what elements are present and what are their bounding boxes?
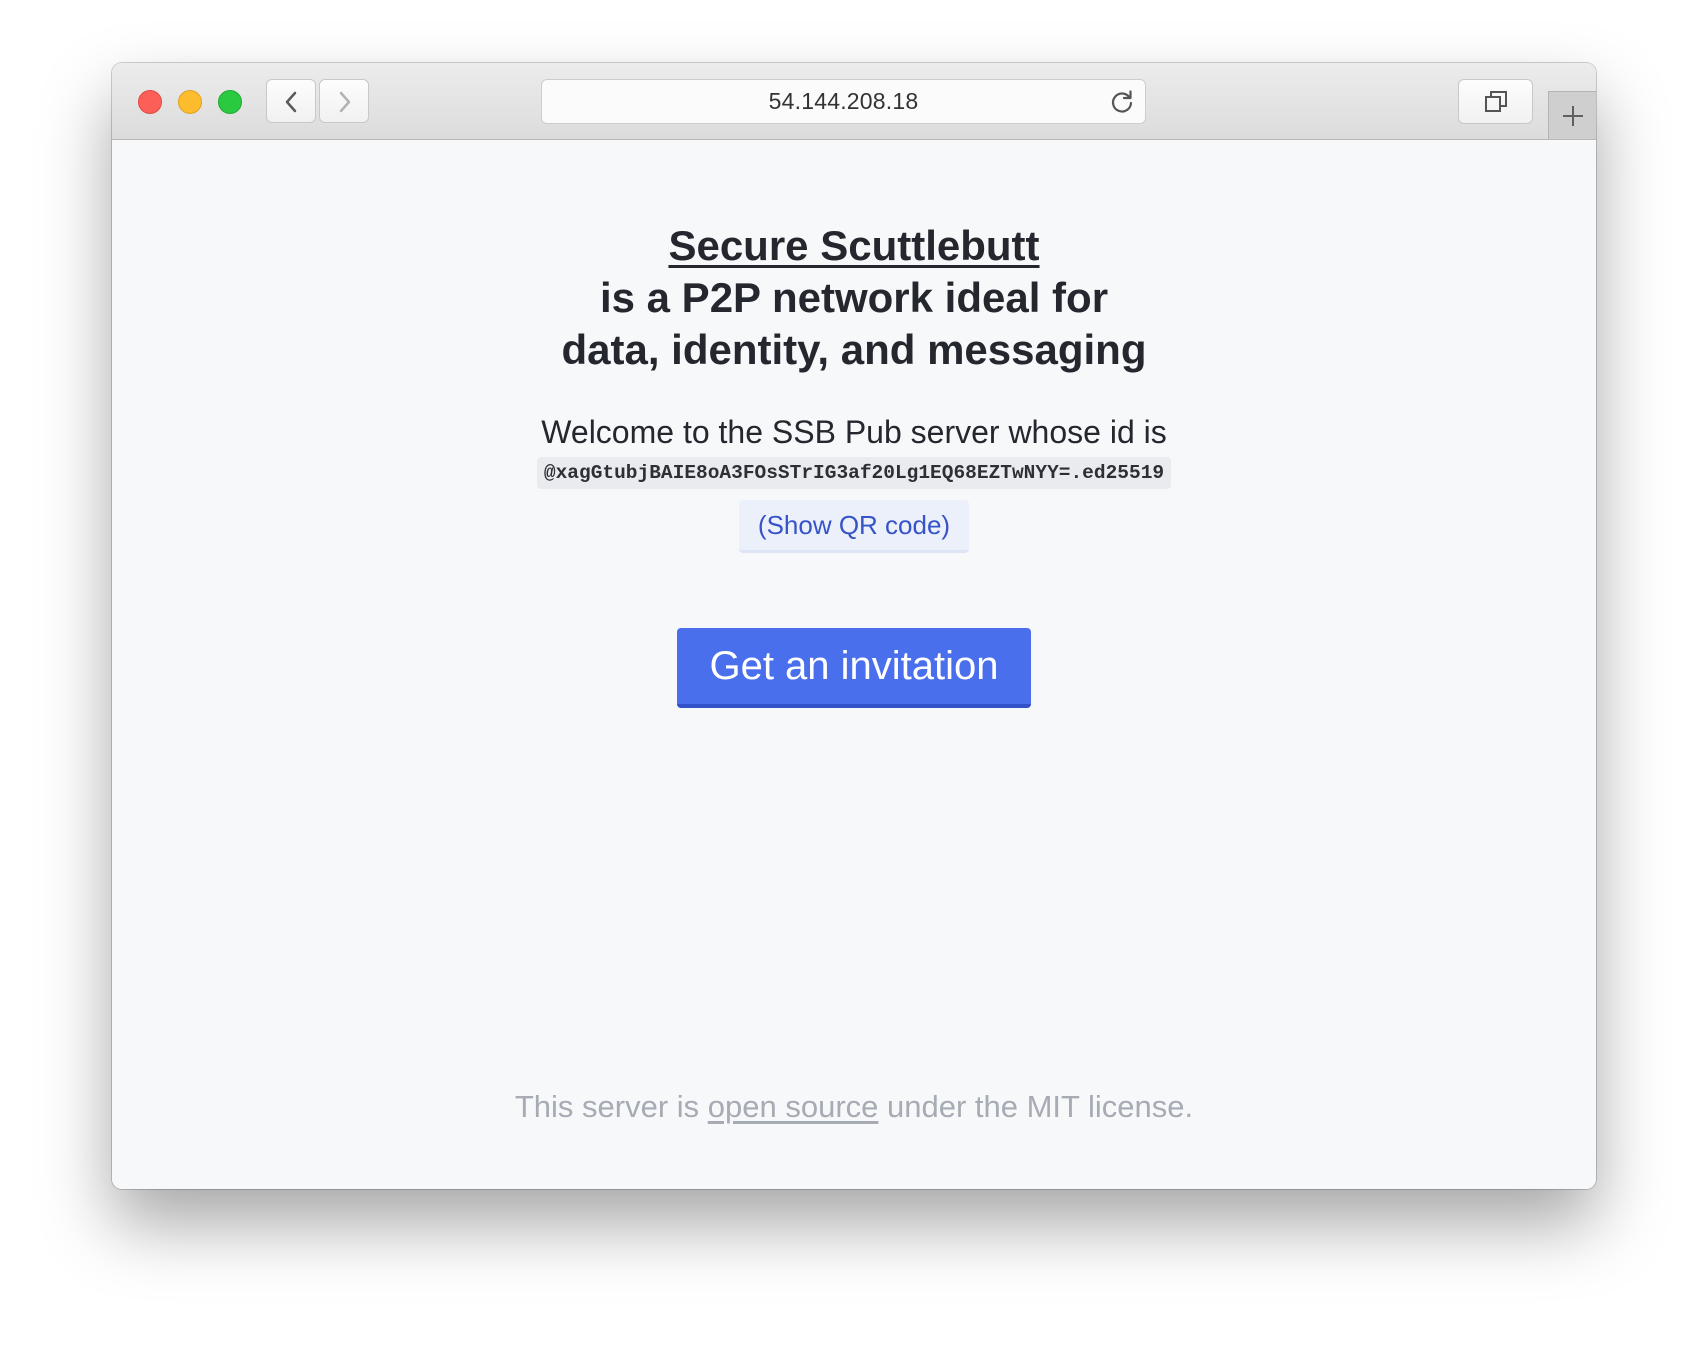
back-button[interactable] [266,79,316,123]
page-content: Secure Scuttlebutt is a P2P network idea… [112,140,1596,1189]
url-text: 54.144.208.18 [768,88,919,114]
close-window-button[interactable] [138,90,162,114]
invite-container: Get an invitation [112,628,1596,708]
pub-id-code: @xagGtubjBAIE8oA3FOsSTrIG3af20Lg1EQ68EZT… [536,457,1172,489]
reload-icon[interactable] [1109,89,1135,115]
maximize-window-button[interactable] [218,90,242,114]
pub-id-container: @xagGtubjBAIE8oA3FOsSTrIG3af20Lg1EQ68EZT… [112,457,1596,489]
chevron-left-icon [285,91,297,113]
headline-line-3: data, identity, and messaging [561,326,1147,373]
tab-overview-icon [1485,91,1507,112]
headline-line-2: is a P2P network ideal for [599,274,1109,321]
show-qr-code-button[interactable]: (Show QR code) [738,500,970,553]
page-headline: Secure Scuttlebutt is a P2P network idea… [112,220,1596,376]
chevron-right-icon [339,91,351,113]
new-tab-button[interactable] [1548,91,1596,139]
browser-toolbar: 54.144.208.18 [112,63,1596,140]
plus-icon [1563,106,1583,126]
secure-scuttlebutt-link[interactable]: Secure Scuttlebutt [668,222,1039,269]
welcome-text: Welcome to the SSB Pub server whose id i… [541,414,1167,450]
forward-button[interactable] [319,79,369,123]
address-bar[interactable]: 54.144.208.18 [541,79,1146,124]
get-invitation-button[interactable]: Get an invitation [677,628,1031,708]
footer-suffix: under the MIT license. [878,1089,1194,1124]
qr-container: (Show QR code) [112,500,1596,553]
minimize-window-button[interactable] [178,90,202,114]
tab-overview-button[interactable] [1458,79,1533,124]
footer-text: This server is open source under the MIT… [112,1087,1596,1127]
browser-window: 54.144.208.18 Secure Scuttlebutt is a P2… [112,63,1596,1189]
open-source-link[interactable]: open source [708,1089,879,1124]
footer-prefix: This server is [514,1089,708,1124]
